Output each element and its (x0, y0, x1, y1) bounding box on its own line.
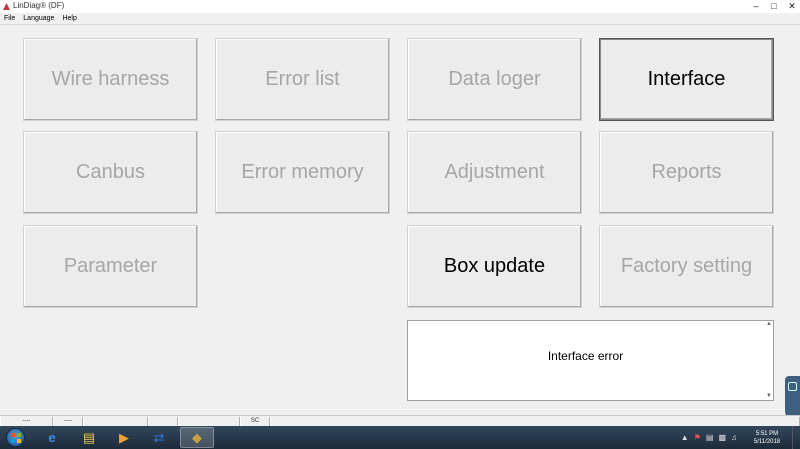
factory-setting-button[interactable]: Factory setting (599, 225, 774, 308)
error-memory-button[interactable]: Error memory (215, 131, 390, 214)
menu-bar: File Language Help (0, 13, 800, 25)
menu-help[interactable]: Help (58, 13, 80, 24)
action-center-flag-icon[interactable]: ⚑ (694, 433, 701, 442)
taskbar: e ▤ ▶ ⇄ ◆ ▲ ⚑ ▤ ▩ ♫ 5:51 PM 5/11/2018 (0, 426, 800, 449)
taskbar-file-explorer[interactable]: ▤ (75, 427, 103, 448)
volume-icon[interactable]: ♫ (731, 433, 737, 442)
status-cell-1: ---- (0, 417, 53, 426)
clock-time: 5:51 PM (755, 430, 779, 437)
minimize-button[interactable]: – (750, 1, 762, 11)
network-icon[interactable]: ▤ (706, 433, 714, 442)
lindiag-app-icon: ◆ (192, 430, 202, 445)
close-button[interactable]: ✕ (786, 1, 798, 11)
internet-explorer-icon: e (48, 430, 56, 445)
media-player-icon: ▶ (119, 430, 129, 445)
scroll-up-arrow-icon[interactable]: ▲ (766, 321, 772, 327)
error-list-button[interactable]: Error list (215, 38, 390, 121)
file-explorer-icon: ▤ (82, 430, 96, 445)
parameter-button[interactable]: Parameter (23, 225, 198, 308)
title-bar: LinDiag® (DF) – □ ✕ (0, 0, 800, 13)
teamviewer-icon: ⇄ (153, 430, 165, 445)
scroll-down-arrow-icon[interactable]: ▼ (766, 393, 772, 399)
show-hidden-icons-icon[interactable]: ▲ (681, 433, 689, 442)
clock-date: 5/11/2018 (753, 438, 781, 445)
menu-language[interactable]: Language (19, 13, 58, 24)
show-desktop-button[interactable] (792, 426, 800, 449)
box-update-button[interactable]: Box update (407, 225, 582, 308)
menu-file[interactable]: File (0, 13, 19, 24)
taskbar-teamviewer[interactable]: ⇄ (145, 427, 173, 448)
taskbar-internet-explorer[interactable]: e (38, 427, 66, 448)
signal-icon[interactable]: ▩ (718, 433, 726, 442)
message-box[interactable]: Interface error ▲ ▼ (407, 320, 774, 401)
status-cell-7 (270, 417, 800, 426)
windows-logo-icon (11, 433, 21, 443)
status-cell-sc: SC (240, 417, 270, 426)
status-cell-5 (178, 417, 240, 426)
taskbar-lindiag[interactable]: ◆ (180, 427, 214, 448)
taskbar-media-player[interactable]: ▶ (110, 427, 138, 448)
reports-button[interactable]: Reports (599, 131, 774, 214)
adjustment-button[interactable]: Adjustment (407, 131, 582, 214)
clock[interactable]: 5:51 PM 5/11/2018 (742, 430, 792, 446)
system-tray: ▲ ⚑ ▤ ▩ ♫ 5:51 PM 5/11/2018 (681, 426, 800, 449)
message-text: Interface error (547, 349, 624, 363)
canbus-button[interactable]: Canbus (23, 131, 198, 214)
data-loger-button[interactable]: Data loger (407, 38, 582, 121)
side-panel-tab[interactable] (785, 376, 800, 416)
interface-button[interactable]: Interface (599, 38, 774, 121)
app-icon (3, 3, 10, 10)
remote-panel-icon (788, 382, 797, 391)
window-title: LinDiag® (DF) (13, 1, 65, 10)
wire-harness-button[interactable]: Wire harness (23, 38, 198, 121)
status-cell-4 (148, 417, 178, 426)
status-cell-3 (83, 417, 148, 426)
status-bar: ---- ---- SC (0, 415, 800, 426)
window-controls: – □ ✕ (750, 1, 798, 11)
maximize-button[interactable]: □ (768, 1, 780, 11)
start-button[interactable] (6, 428, 25, 447)
status-cell-2: ---- (53, 417, 83, 426)
